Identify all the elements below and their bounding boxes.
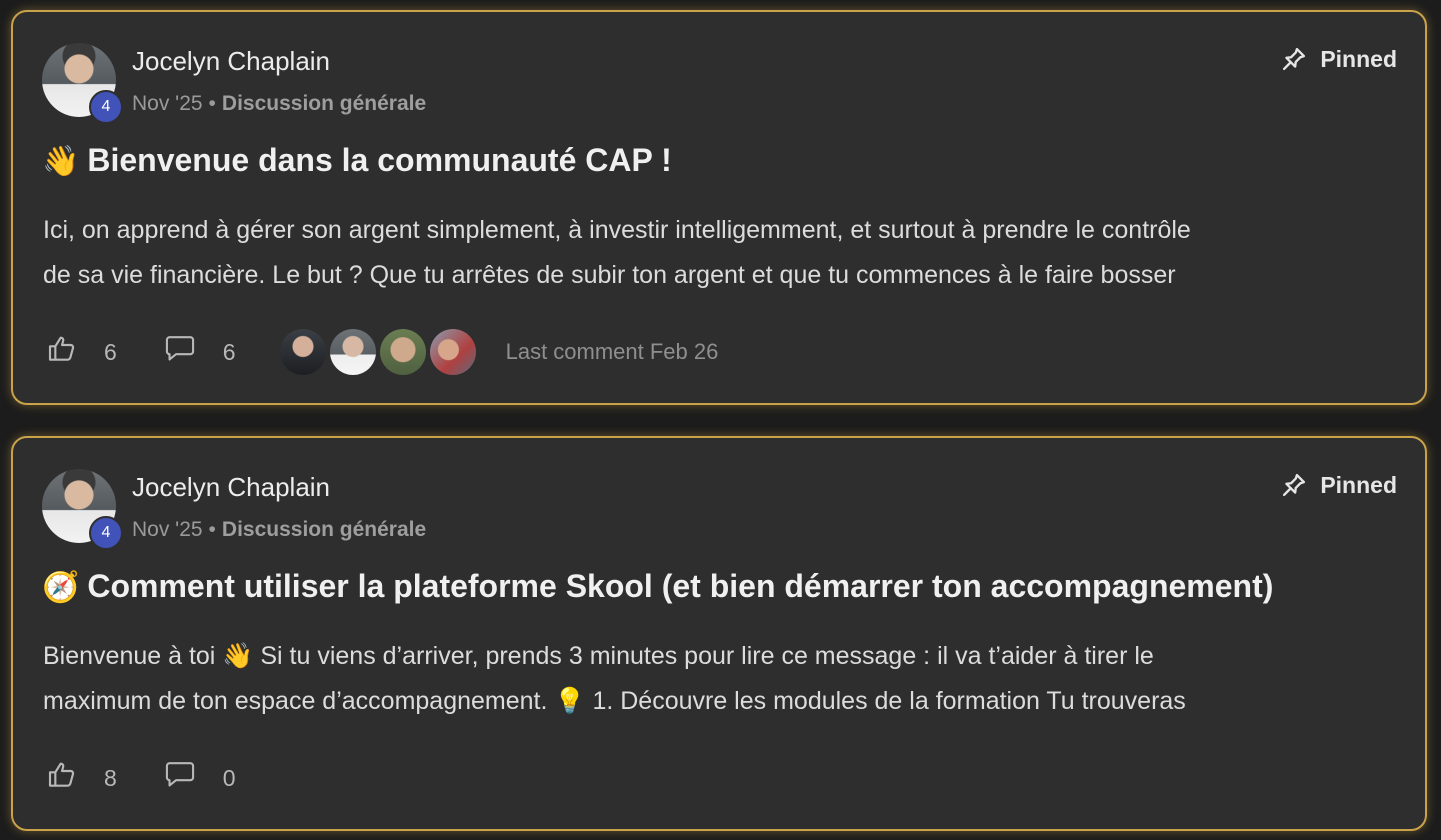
- thumbs-up-icon: [46, 759, 78, 797]
- like-count: 8: [104, 764, 117, 791]
- post-category[interactable]: Discussion générale: [222, 92, 426, 115]
- pin-icon: [1280, 45, 1308, 73]
- post-footer: 6 6 Last comment Feb 26: [46, 329, 719, 375]
- post-date: Nov '25: [132, 518, 203, 541]
- excerpt-line: maximum de ton espace d’accompagnement. …: [43, 687, 1186, 715]
- avatar[interactable]: [329, 329, 376, 375]
- post-title-text: Comment utiliser la plateforme Skool (et…: [87, 568, 1274, 604]
- post-card[interactable]: 4 Jocelyn Chaplain Nov '25 • Discussion gé…: [11, 10, 1427, 405]
- level-badge: 4: [89, 516, 123, 550]
- like-button[interactable]: 6: [46, 333, 117, 371]
- post-feed: 4 Jocelyn Chaplain Nov '25 • Discussion gé…: [0, 0, 1441, 840]
- post-date: Nov '25: [132, 92, 203, 115]
- comment-count: 0: [222, 764, 236, 791]
- comment-bubble-icon: [163, 759, 197, 797]
- meta-separator: •: [208, 518, 216, 541]
- pinned-label: Pinned: [1320, 471, 1397, 498]
- thumbs-up-icon: [46, 333, 78, 371]
- author-name[interactable]: Jocelyn Chaplain: [132, 46, 330, 77]
- excerpt-line: Bienvenue à toi 👋 Si tu viens d’arriver,…: [43, 642, 1154, 670]
- comment-count: 6: [222, 338, 236, 365]
- post-excerpt[interactable]: Ici, on apprend à gérer son argent simpl…: [43, 208, 1413, 298]
- post-meta: Nov '25 • Discussion générale: [132, 92, 426, 116]
- post-category[interactable]: Discussion générale: [222, 518, 426, 541]
- compass-emoji: 🧭: [42, 571, 80, 604]
- author-name[interactable]: Jocelyn Chaplain: [132, 472, 330, 503]
- avatar[interactable]: [379, 329, 426, 375]
- post-title-text: Bienvenue dans la communauté CAP !: [87, 142, 672, 178]
- commenter-avatars: [279, 329, 480, 375]
- last-comment-timestamp: Last comment Feb 26: [505, 339, 719, 364]
- post-meta: Nov '25 • Discussion générale: [132, 518, 426, 542]
- excerpt-line: de sa vie financière. Le but ? Que tu ar…: [43, 261, 1176, 289]
- post-title[interactable]: 🧭 Comment utiliser la plateforme Skool (e…: [42, 568, 1273, 605]
- excerpt-line: Ici, on apprend à gérer son argent simpl…: [43, 216, 1191, 244]
- avatar[interactable]: 4: [42, 43, 123, 124]
- avatar[interactable]: [429, 329, 476, 375]
- post-footer: 8 0: [46, 758, 236, 798]
- meta-separator: •: [208, 92, 216, 115]
- pinned-label: Pinned: [1320, 45, 1397, 72]
- pinned-indicator: Pinned: [1280, 471, 1397, 499]
- comment-button[interactable]: 6: [163, 333, 236, 371]
- pin-icon: [1280, 471, 1308, 499]
- wave-emoji: 👋: [42, 145, 80, 178]
- like-count: 6: [104, 338, 117, 365]
- post-excerpt[interactable]: Bienvenue à toi 👋 Si tu viens d’arriver,…: [43, 634, 1413, 724]
- post-card[interactable]: 4 Jocelyn Chaplain Nov '25 • Discussion gé…: [11, 436, 1427, 831]
- level-badge: 4: [89, 90, 123, 124]
- avatar[interactable]: [279, 329, 326, 375]
- comment-bubble-icon: [163, 333, 197, 371]
- avatar[interactable]: 4: [42, 469, 123, 550]
- comment-button[interactable]: 0: [163, 759, 236, 797]
- like-button[interactable]: 8: [46, 759, 117, 797]
- pinned-indicator: Pinned: [1280, 45, 1397, 73]
- post-title[interactable]: 👋 Bienvenue dans la communauté CAP !: [42, 142, 672, 179]
